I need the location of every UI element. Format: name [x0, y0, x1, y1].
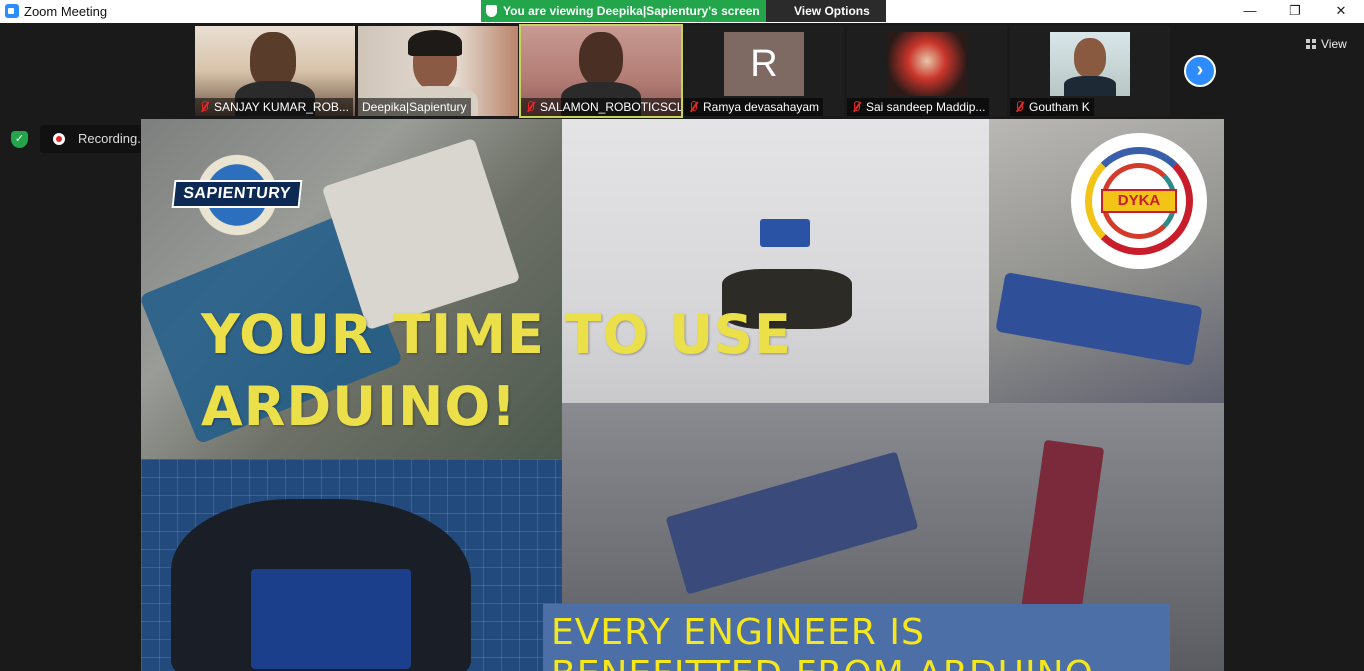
screen-share-label: You are viewing Deepika|Sapientury's scr… [503, 4, 760, 18]
mic-muted-icon [1014, 101, 1024, 113]
participant-name: SANJAY KUMAR_ROB... [195, 98, 353, 116]
zoom-app-icon [5, 4, 19, 18]
shield-check-icon[interactable]: ✓ [11, 131, 28, 148]
avatar [1050, 32, 1130, 96]
mic-muted-icon [199, 101, 209, 113]
view-options-label: View Options [794, 4, 870, 18]
participant-tile[interactable]: Sai sandeep Maddip... [847, 26, 1007, 116]
record-icon [53, 133, 65, 145]
view-label: View [1321, 37, 1347, 51]
dyka-logo: DYKA [1071, 133, 1207, 269]
grid-icon [1306, 39, 1316, 49]
participant-tile-active-speaker[interactable]: SALAMON_ROBOTICSCL... [519, 24, 683, 118]
view-options-button[interactable]: View Options ⌄ [766, 0, 886, 40]
participant-name: SALAMON_ROBOTICSCL... [521, 98, 681, 116]
chevron-right-icon: › [1196, 59, 1204, 81]
screen-share-banner: You are viewing Deepika|Sapientury's scr… [481, 0, 766, 22]
headline-line-1: YOUR TIME TO USE [201, 303, 792, 366]
maximize-button[interactable]: ❐ [1283, 2, 1307, 20]
next-page-button[interactable]: › [1184, 55, 1216, 87]
mic-muted-icon [688, 101, 698, 113]
slide-caption: EVERY ENGINEER IS BENEFITTED FROM ARDUIN… [543, 604, 1170, 671]
headline-line-2: ARDUINO! [201, 375, 517, 438]
avatar [887, 32, 967, 96]
shared-screen: SAPIENTURY DYKA YOUR TIME TO USE ARDUINO… [141, 119, 1224, 671]
mic-muted-icon [525, 101, 535, 113]
participant-name: Goutham K [1010, 98, 1094, 116]
participant-name: Sai sandeep Maddip... [847, 98, 990, 116]
slide-headline: YOUR TIME TO USE ARDUINO! [201, 299, 921, 443]
shield-icon [486, 5, 497, 17]
avatar: R [724, 32, 804, 96]
minimize-button[interactable]: — [1238, 2, 1262, 20]
participant-tile[interactable]: Goutham K [1010, 26, 1170, 116]
mic-muted-icon [851, 101, 861, 113]
participant-name: Deepika|Sapientury [358, 98, 471, 116]
participant-tile[interactable]: Deepika|Sapientury [358, 26, 518, 116]
caption-line-1: EVERY ENGINEER IS [551, 612, 925, 653]
recording-label: Recording... [78, 131, 149, 146]
dyka-logo-text: DYKA [1101, 189, 1177, 213]
participant-face [579, 32, 623, 86]
close-button[interactable]: ✕ [1329, 2, 1353, 20]
participant-tile[interactable]: SANJAY KUMAR_ROB... [195, 26, 355, 116]
participant-tile[interactable]: R Ramya devasahayam [684, 26, 844, 116]
participant-face [250, 32, 296, 88]
sapientury-logo-text: SAPIENTURY [171, 180, 303, 208]
sapientury-logo: SAPIENTURY [171, 147, 303, 243]
participant-name: Ramya devasahayam [684, 98, 824, 116]
caption-line-2: BENEFITTED FROM ARDUINO [551, 654, 1170, 671]
participant-hair [408, 30, 462, 56]
window-title: Zoom Meeting [24, 4, 108, 19]
components-photo [141, 459, 562, 671]
view-button[interactable]: View [1303, 34, 1357, 54]
